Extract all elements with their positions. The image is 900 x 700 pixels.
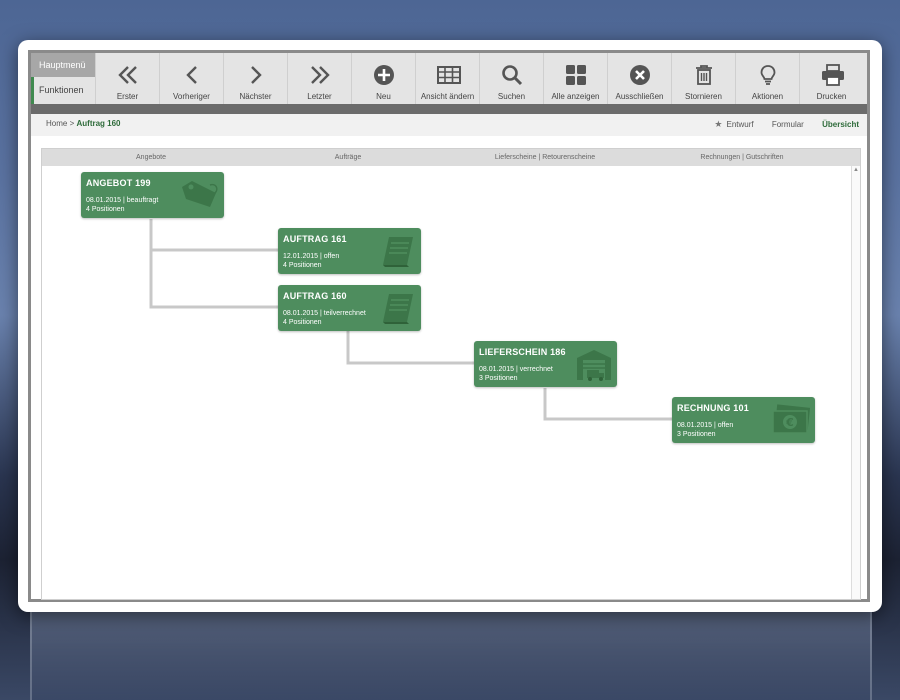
document-title: RECHNUNG 101 [677, 403, 749, 413]
document-card-order-160[interactable]: AUFTRAG 160 08.01.2015 | teilverrechnet … [278, 285, 421, 331]
scroll-up-arrow-icon[interactable]: ▲ [853, 167, 859, 173]
actions-button[interactable]: Aktionen [735, 53, 799, 104]
search-icon [502, 65, 523, 86]
book-icon [383, 237, 413, 267]
document-positions: 4 Positionen [283, 319, 322, 326]
tiles-icon [566, 65, 586, 85]
warehouse-truck-icon [577, 350, 611, 381]
document-date-status: 08.01.2015 | offen [677, 422, 734, 429]
cancel-button-label: Stornieren [685, 92, 722, 101]
star-icon[interactable]: ★ [714, 119, 722, 129]
print-button[interactable]: Drucken [799, 53, 863, 104]
window-reflection [30, 612, 872, 700]
next-button-label: Nächster [239, 92, 272, 101]
view-switcher: ★ Entwurf Formular Übersicht [698, 119, 867, 130]
chevron-left-icon [186, 66, 197, 84]
app-frame: Hauptmenü Funktionen Erster Vorheriger N… [28, 50, 870, 602]
show-all-button-label: Alle anzeigen [551, 92, 600, 101]
previous-button[interactable]: Vorheriger [159, 53, 223, 104]
document-card-invoice-101[interactable]: RECHNUNG 101 08.01.2015 | offen 3 Positi… [672, 397, 815, 443]
first-button[interactable]: Erster [95, 53, 159, 104]
trash-icon [696, 65, 712, 85]
chevron-right-icon [251, 66, 262, 84]
euro-banknote-icon: € [772, 404, 811, 434]
document-date-status: 08.01.2015 | teilverrechnet [283, 310, 366, 317]
last-button[interactable]: Letzter [287, 53, 351, 104]
first-button-label: Erster [116, 92, 139, 101]
document-title: LIEFERSCHEIN 186 [479, 347, 566, 357]
new-button[interactable]: Neu [351, 53, 415, 104]
print-button-label: Drucken [816, 92, 847, 101]
document-flow-panel: Angebote Aufträge Lieferscheine | Retour… [41, 148, 861, 600]
toolbar: Hauptmenü Funktionen Erster Vorheriger N… [31, 53, 867, 105]
document-date-status: 12.01.2015 | offen [283, 253, 340, 260]
view-draft[interactable]: Entwurf [726, 120, 753, 129]
document-positions: 3 Positionen [677, 431, 716, 438]
connector-delivery-invoice [543, 388, 672, 421]
breadcrumb-current: Auftrag 160 [76, 119, 121, 128]
breadcrumb: Home > Auftrag 160 [46, 119, 121, 128]
vertical-scrollbar[interactable]: ▲ [851, 166, 860, 599]
actions-button-label: Aktionen [751, 92, 784, 101]
breadcrumb-bar: Home > Auftrag 160 ★ Entwurf Formular Übe… [31, 114, 867, 136]
toolbar-separator-bar [31, 104, 867, 114]
document-positions: 3 Positionen [479, 375, 518, 382]
double-chevron-right-icon [311, 66, 330, 84]
document-card-delivery-186[interactable]: LIEFERSCHEIN 186 08.01.2015 | verrechnet… [474, 341, 617, 387]
app-window: Hauptmenü Funktionen Erster Vorheriger N… [18, 40, 882, 612]
document-card-quote-199[interactable]: ANGEBOT 199 08.01.2015 | beauftragt 4 Po… [81, 172, 224, 218]
exclude-button[interactable]: Ausschließen [607, 53, 671, 104]
previous-button-label: Vorheriger [173, 92, 210, 101]
breadcrumb-separator: > [69, 119, 75, 128]
show-all-button[interactable]: Alle anzeigen [543, 53, 607, 104]
breadcrumb-home[interactable]: Home [46, 119, 67, 128]
view-overview[interactable]: Übersicht [822, 120, 859, 129]
printer-icon [822, 64, 844, 86]
menu-tabs: Hauptmenü Funktionen [31, 53, 95, 104]
book-icon [383, 294, 413, 324]
exclude-button-label: Ausschließen [615, 92, 664, 101]
next-button[interactable]: Nächster [223, 53, 287, 104]
search-button-label: Suchen [497, 92, 526, 101]
document-title: ANGEBOT 199 [86, 178, 151, 188]
document-card-order-161[interactable]: AUFTRAG 161 12.01.2015 | offen 4 Positio… [278, 228, 421, 274]
document-date-status: 08.01.2015 | beauftragt [86, 197, 159, 204]
tab-funktionen[interactable]: Funktionen [31, 77, 95, 104]
change-view-button-label: Ansicht ändern [420, 92, 475, 101]
cancel-button[interactable]: Stornieren [671, 53, 735, 104]
connector-quote-orders [149, 219, 278, 309]
document-title: AUFTRAG 161 [283, 234, 347, 244]
search-button[interactable]: Suchen [479, 53, 543, 104]
plus-circle-icon [374, 65, 394, 85]
last-button-label: Letzter [307, 92, 332, 101]
table-grid-icon [437, 66, 461, 84]
document-positions: 4 Positionen [86, 206, 125, 213]
document-date-status: 08.01.2015 | verrechnet [479, 366, 553, 373]
change-view-button[interactable]: Ansicht ändern [415, 53, 479, 104]
document-positions: 4 Positionen [283, 262, 322, 269]
connector-order-delivery [346, 331, 474, 365]
tab-hauptmenu[interactable]: Hauptmenü [31, 53, 95, 77]
x-circle-icon [630, 65, 650, 85]
double-chevron-left-icon [118, 66, 137, 84]
new-button-label: Neu [376, 92, 391, 101]
price-tag-icon [182, 181, 218, 207]
lightbulb-icon [760, 65, 776, 85]
svg-text:€: € [785, 416, 794, 429]
document-title: AUFTRAG 160 [283, 291, 347, 301]
view-form[interactable]: Formular [772, 120, 804, 129]
